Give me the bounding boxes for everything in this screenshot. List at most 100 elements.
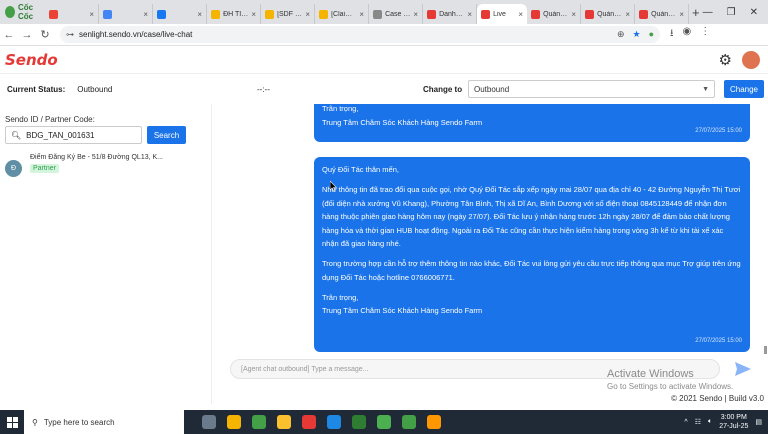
close-tab-icon[interactable]: ×: [197, 10, 202, 19]
taskbar-app-icon[interactable]: [252, 415, 266, 429]
partner-code-label: Sendo ID / Partner Code:: [5, 115, 95, 124]
browser-tab[interactable]: [Claim & ×: [315, 4, 370, 24]
downloads-icon[interactable]: ⭳: [670, 26, 674, 43]
message-timestamp: 27/07/2025 15:00: [695, 337, 742, 344]
browser-tab[interactable]: [SDF Cup×: [261, 4, 316, 24]
partner-search-panel: Sendo ID / Partner Code: 🔍︎ BDG_TAN_0016…: [0, 104, 212, 404]
reload-icon[interactable]: ↻: [36, 28, 54, 41]
windows-logo-icon: [6, 416, 18, 428]
browser-tab[interactable]: Case syst×: [369, 4, 424, 24]
close-tab-icon[interactable]: ×: [305, 10, 310, 19]
send-icon[interactable]: [734, 360, 752, 378]
browser-logo[interactable]: Cốc Cốc: [0, 3, 45, 21]
back-icon[interactable]: ←: [0, 29, 18, 41]
close-tab-icon[interactable]: ×: [679, 10, 684, 19]
tab-favicon-icon: [319, 9, 329, 19]
tab-favicon-icon: [427, 9, 437, 19]
browser-tab[interactable]: Quản Lý ×: [527, 4, 582, 24]
minimize-icon[interactable]: —: [703, 7, 713, 18]
taskbar-app-icon[interactable]: [277, 415, 291, 429]
taskbar-app-icon[interactable]: [327, 415, 341, 429]
browser-tab[interactable]: ×: [153, 4, 208, 24]
message-timestamp: 27/07/2025 15:00: [695, 127, 742, 134]
message-signoff: Trân trọng,: [322, 104, 359, 113]
taskbar-app-icon[interactable]: [227, 415, 241, 429]
tab-label: [Claim &: [331, 10, 357, 18]
close-tab-icon[interactable]: ×: [467, 10, 472, 19]
browser-tab[interactable]: Quản Lý ×: [581, 4, 636, 24]
close-tab-icon[interactable]: ×: [359, 10, 364, 19]
window-controls: — ❐ ✕: [703, 7, 768, 18]
extension-icon[interactable]: ●: [649, 29, 654, 40]
user-avatar[interactable]: [742, 51, 760, 69]
partner-search-value: BDG_TAN_001631: [26, 130, 95, 140]
taskbar-app-icon[interactable]: [402, 415, 416, 429]
taskbar-clock[interactable]: 3:00 PM 27-Jul-25: [719, 413, 748, 431]
gear-icon[interactable]: ⚙: [719, 51, 732, 69]
browser-tab[interactable]: Live ×: [477, 4, 528, 24]
start-button[interactable]: [0, 416, 24, 428]
close-tab-icon[interactable]: ×: [413, 10, 418, 19]
restore-icon[interactable]: ❐: [727, 7, 736, 18]
chat-messages[interactable]: Trân trọng, Trung Tâm Chăm Sóc Khách Hàn…: [212, 104, 764, 356]
taskbar-app-icon[interactable]: [427, 415, 441, 429]
search-button[interactable]: Search: [147, 126, 186, 144]
partner-search-input[interactable]: 🔍︎ BDG_TAN_001631: [5, 126, 142, 144]
message-signature: Trung Tâm Chăm Sóc Khách Hàng Sendo Farm: [322, 306, 483, 315]
current-status-label: Current Status:: [7, 84, 66, 94]
status-row: Current Status: Outbound --:-- Change to…: [0, 76, 768, 102]
tab-label: ĐH TIKTO: [223, 10, 248, 18]
chat-input-placeholder: [Agent chat outbound] Type a message...: [241, 365, 369, 373]
taskbar-search-input[interactable]: ⚲ Type here to search: [24, 410, 184, 434]
close-tab-icon[interactable]: ×: [89, 10, 94, 19]
tab-favicon-icon: [585, 9, 595, 19]
browser-tab[interactable]: ×: [99, 4, 154, 24]
close-tab-icon[interactable]: ×: [625, 10, 630, 19]
taskbar-apps: [202, 415, 441, 429]
clock-date: 27-Jul-25: [719, 423, 749, 430]
sendo-logo[interactable]: Sendo: [0, 51, 58, 69]
close-tab-icon[interactable]: ×: [518, 10, 523, 19]
footer-text: © 2021 Sendo | Build v3.0: [671, 394, 764, 403]
bookmark-star-icon[interactable]: ★: [632, 29, 640, 40]
chevron-up-icon[interactable]: ^: [684, 419, 687, 426]
contact-list-item[interactable]: Đ Điểm Đăng Ký Be - 51/8 Đường QL13, K..…: [5, 154, 205, 184]
chat-scrollbar[interactable]: [764, 346, 767, 354]
tab-favicon-icon: [157, 9, 167, 19]
change-to-label: Change to: [423, 85, 463, 94]
status-select[interactable]: Outbound ▼: [468, 80, 715, 98]
clock-time: 3:00 PM: [720, 414, 747, 421]
taskbar-app-icon[interactable]: [352, 415, 366, 429]
volume-icon[interactable]: 🔈︎: [708, 418, 712, 426]
watermark-title: Activate Windows: [607, 368, 694, 380]
browser-tab[interactable]: ĐH TIKTO×: [207, 4, 262, 24]
new-tab-button[interactable]: +: [689, 5, 703, 20]
change-status-button[interactable]: Change: [724, 80, 764, 98]
browser-tab[interactable]: Danh sác×: [423, 4, 478, 24]
menu-icon[interactable]: ⋮: [700, 26, 710, 43]
taskbar-app-icon[interactable]: [302, 415, 316, 429]
tab-favicon-icon: [481, 9, 491, 19]
taskbar-app-icon[interactable]: [377, 415, 391, 429]
url-input[interactable]: ⊶ senlight.sendo.vn/case/live-chat ⊕ ★ ●: [60, 26, 660, 43]
close-tab-icon[interactable]: ×: [571, 10, 576, 19]
taskbar-app-icon[interactable]: [202, 415, 216, 429]
site-info-icon[interactable]: ⊶: [66, 30, 74, 39]
profile-icon[interactable]: ◉: [683, 26, 692, 43]
browser-tab[interactable]: Quản Lý ×: [635, 4, 690, 24]
chat-message: Trân trọng, Trung Tâm Chăm Sóc Khách Hàn…: [314, 104, 750, 142]
notification-icon[interactable]: ▤: [755, 418, 762, 426]
zoom-icon[interactable]: ⊕: [617, 29, 625, 40]
message-signoff: Trân trọng,: [322, 292, 359, 302]
close-window-icon[interactable]: ✕: [750, 7, 758, 18]
close-tab-icon[interactable]: ×: [143, 10, 148, 19]
tab-favicon-icon: [103, 9, 113, 19]
tab-favicon-icon: [211, 9, 221, 19]
browser-tab[interactable]: ×: [45, 4, 100, 24]
search-icon: ⚲: [32, 417, 38, 427]
tab-favicon-icon: [49, 9, 59, 19]
forward-icon[interactable]: →: [18, 29, 36, 41]
close-tab-icon[interactable]: ×: [251, 10, 256, 19]
url-text: senlight.sendo.vn/case/live-chat: [79, 30, 193, 39]
network-icon[interactable]: ☷: [695, 418, 701, 426]
